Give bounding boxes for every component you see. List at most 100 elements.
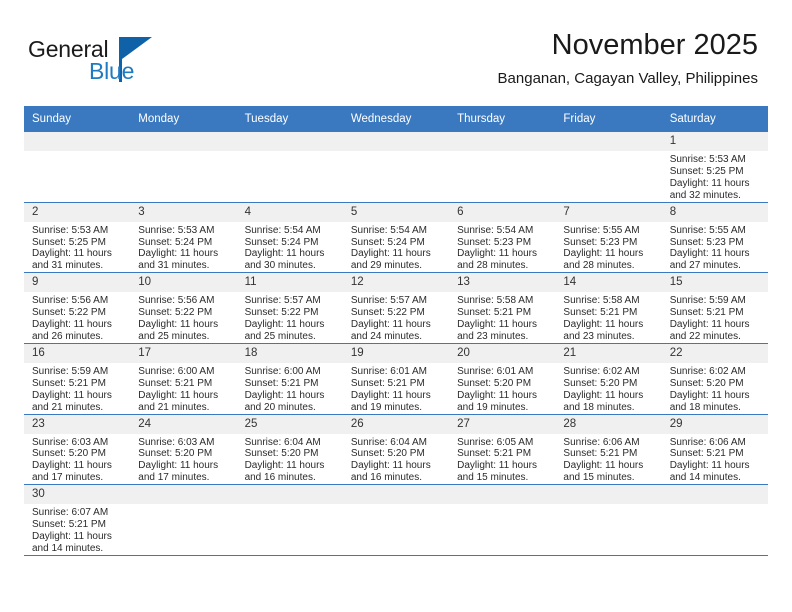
day-number bbox=[555, 485, 662, 505]
calendar-day-cell[interactable]: 28 Sunrise: 6:06 AM Sunset: 5:21 PM Dayligh… bbox=[555, 414, 662, 486]
day-detail-line: and 14 minutes. bbox=[32, 542, 104, 554]
day-number bbox=[236, 485, 343, 505]
day-detail-line: Sunset: 5:24 PM bbox=[138, 236, 213, 248]
day-number: 21 bbox=[555, 343, 662, 363]
calendar-day-cell[interactable]: 19 Sunrise: 6:01 AM Sunset: 5:21 PM Dayligh… bbox=[342, 343, 450, 415]
day-number: 20 bbox=[449, 343, 556, 363]
day-detail-line: and 29 minutes. bbox=[350, 260, 423, 272]
calendar-day-cell[interactable]: 22 Sunrise: 6:02 AM Sunset: 5:20 PM Dayligh… bbox=[661, 343, 768, 415]
day-details: Sunrise: 6:02 AM Sunset: 5:20 PM Daylight:… bbox=[662, 363, 768, 414]
day-detail-line: Sunset: 5:21 PM bbox=[32, 519, 106, 531]
day-detail-line: and 25 minutes. bbox=[138, 330, 210, 342]
day-detail-line: Sunrise: 6:06 AM bbox=[669, 436, 746, 448]
day-detail-line: Sunrise: 5:59 AM bbox=[32, 365, 109, 377]
calendar-empty-cell bbox=[449, 484, 556, 556]
day-details: Sunrise: 5:54 AM Sunset: 5:24 PM Daylight:… bbox=[237, 222, 343, 273]
calendar-empty-cell bbox=[236, 484, 343, 556]
day-detail-line: Sunrise: 5:53 AM bbox=[138, 224, 215, 236]
day-detail-line: Sunset: 5:25 PM bbox=[669, 165, 744, 177]
day-detail-line: Sunset: 5:21 PM bbox=[457, 448, 532, 460]
day-detail-line: Daylight: 11 hours bbox=[350, 460, 431, 472]
day-number: 15 bbox=[661, 273, 768, 293]
calendar-day-cell[interactable]: 24 Sunrise: 6:03 AM Sunset: 5:20 PM Dayligh… bbox=[130, 414, 237, 486]
calendar-day-cell[interactable]: 27 Sunrise: 6:05 AM Sunset: 5:21 PM Dayligh… bbox=[449, 414, 556, 486]
day-number bbox=[236, 132, 343, 151]
calendar-day-cell[interactable]: 11 Sunrise: 5:57 AM Sunset: 5:22 PM Dayligh… bbox=[236, 272, 343, 344]
day-detail-line: Sunset: 5:20 PM bbox=[244, 448, 319, 460]
day-detail-line: and 16 minutes. bbox=[244, 472, 316, 484]
calendar-day-cell[interactable]: 13 Sunrise: 5:58 AM Sunset: 5:21 PM Dayligh… bbox=[449, 272, 556, 344]
calendar-empty-cell bbox=[236, 132, 343, 203]
calendar-day-cell[interactable]: 23 Sunrise: 6:03 AM Sunset: 5:20 PM Dayligh… bbox=[24, 414, 131, 486]
day-detail-line: Sunrise: 6:02 AM bbox=[669, 365, 746, 377]
day-detail-line: Sunrise: 6:06 AM bbox=[563, 436, 640, 448]
calendar-day-cell[interactable]: 14 Sunrise: 5:58 AM Sunset: 5:21 PM Dayligh… bbox=[555, 272, 662, 344]
day-details: Sunrise: 6:06 AM Sunset: 5:21 PM Daylight:… bbox=[662, 434, 768, 485]
calendar-day-cell[interactable]: 7 Sunrise: 5:55 AM Sunset: 5:23 PM Daylight… bbox=[555, 202, 662, 274]
day-detail-line: Daylight: 11 hours bbox=[563, 460, 644, 472]
calendar-day-cell[interactable]: 6 Sunrise: 5:54 AM Sunset: 5:23 PM Daylight… bbox=[449, 202, 556, 274]
calendar-day-cell[interactable]: 8 Sunrise: 5:55 AM Sunset: 5:23 PM Daylight… bbox=[661, 202, 768, 274]
calendar-empty-cell bbox=[555, 132, 662, 203]
calendar-day-cell[interactable]: 15 Sunrise: 5:59 AM Sunset: 5:21 PM Dayligh… bbox=[661, 272, 768, 344]
calendar-day-cell[interactable]: 29 Sunrise: 6:06 AM Sunset: 5:21 PM Dayligh… bbox=[661, 414, 768, 486]
day-detail-line: and 30 minutes. bbox=[244, 260, 316, 272]
day-detail-line: Sunrise: 6:01 AM bbox=[457, 365, 534, 377]
calendar-day-cell[interactable]: 2 Sunrise: 5:53 AM Sunset: 5:25 PM Daylight… bbox=[24, 202, 131, 274]
day-number: 5 bbox=[342, 202, 450, 222]
day-detail-line: Daylight: 11 hours bbox=[457, 319, 537, 331]
day-details: Sunrise: 6:01 AM Sunset: 5:21 PM Daylight:… bbox=[343, 363, 449, 414]
day-detail-line: Sunrise: 5:53 AM bbox=[669, 154, 746, 165]
calendar-day-cell[interactable]: 10 Sunrise: 5:56 AM Sunset: 5:22 PM Dayligh… bbox=[130, 272, 237, 344]
day-detail-line: Sunrise: 5:56 AM bbox=[32, 295, 109, 307]
calendar-day-cell[interactable]: 1 Sunrise: 5:53 AM Sunset: 5:25 PM Daylight… bbox=[661, 132, 768, 203]
weekday-header-saturday: Saturday bbox=[661, 106, 768, 132]
weekday-header-monday: Monday bbox=[130, 106, 237, 132]
calendar-day-cell[interactable]: 18 Sunrise: 6:00 AM Sunset: 5:21 PM Dayligh… bbox=[236, 343, 343, 415]
day-details: Sunrise: 5:57 AM Sunset: 5:22 PM Daylight:… bbox=[237, 292, 343, 343]
calendar-day-cell[interactable]: 30 Sunrise: 6:07 AM Sunset: 5:21 PM Dayligh… bbox=[24, 484, 131, 556]
day-detail-line: Daylight: 11 hours bbox=[350, 319, 431, 331]
day-detail-line: and 22 minutes. bbox=[669, 330, 741, 342]
calendar-day-cell[interactable]: 26 Sunrise: 6:04 AM Sunset: 5:20 PM Dayligh… bbox=[342, 414, 450, 486]
day-detail-line: Sunrise: 6:07 AM bbox=[32, 507, 109, 519]
day-detail-line: Daylight: 11 hours bbox=[138, 319, 219, 331]
day-number: 29 bbox=[661, 414, 768, 434]
day-detail-line: and 27 minutes. bbox=[669, 260, 741, 272]
day-detail-line: Daylight: 11 hours bbox=[350, 248, 431, 260]
weekday-header-friday: Friday bbox=[555, 106, 662, 132]
calendar-day-cell[interactable]: 3 Sunrise: 5:53 AM Sunset: 5:24 PM Daylight… bbox=[130, 202, 237, 274]
day-detail-line: and 18 minutes. bbox=[563, 401, 635, 413]
day-details: Sunrise: 5:53 AM Sunset: 5:24 PM Daylight:… bbox=[130, 222, 236, 273]
day-detail-line: and 21 minutes. bbox=[138, 401, 210, 413]
day-number: 11 bbox=[236, 273, 343, 293]
day-detail-line: Sunset: 5:23 PM bbox=[563, 236, 638, 248]
calendar-day-cell[interactable]: 5 Sunrise: 5:54 AM Sunset: 5:24 PM Daylight… bbox=[342, 202, 450, 274]
general-blue-logo[interactable]: General Blue bbox=[28, 36, 228, 92]
day-detail-line: and 28 minutes. bbox=[457, 260, 529, 272]
day-detail-line: Sunset: 5:22 PM bbox=[32, 307, 106, 319]
day-detail-line: Sunset: 5:23 PM bbox=[669, 236, 744, 248]
day-number: 6 bbox=[449, 202, 556, 222]
calendar-day-cell[interactable]: 21 Sunrise: 6:02 AM Sunset: 5:20 PM Dayligh… bbox=[555, 343, 662, 415]
day-detail-line: Sunset: 5:20 PM bbox=[563, 377, 638, 389]
day-detail-line: Sunset: 5:21 PM bbox=[138, 377, 213, 389]
calendar-day-cell[interactable]: 16 Sunrise: 5:59 AM Sunset: 5:21 PM Dayligh… bbox=[24, 343, 131, 415]
day-detail-line: Sunrise: 6:04 AM bbox=[350, 436, 427, 448]
calendar-day-cell[interactable]: 4 Sunrise: 5:54 AM Sunset: 5:24 PM Daylight… bbox=[236, 202, 343, 274]
calendar-day-cell[interactable]: 12 Sunrise: 5:57 AM Sunset: 5:22 PM Dayligh… bbox=[342, 272, 450, 344]
calendar-day-cell[interactable]: 9 Sunrise: 5:56 AM Sunset: 5:22 PM Daylight… bbox=[24, 272, 131, 344]
day-detail-line: Sunrise: 5:54 AM bbox=[350, 224, 427, 236]
day-detail-line: and 25 minutes. bbox=[244, 330, 316, 342]
day-detail-line: and 32 minutes. bbox=[669, 189, 741, 201]
day-details: Sunrise: 6:01 AM Sunset: 5:20 PM Daylight:… bbox=[449, 363, 555, 414]
day-number: 27 bbox=[449, 414, 556, 434]
calendar-day-cell[interactable]: 25 Sunrise: 6:04 AM Sunset: 5:20 PM Dayligh… bbox=[236, 414, 343, 486]
day-detail-line: Sunset: 5:21 PM bbox=[563, 448, 638, 460]
day-detail-line: and 26 minutes. bbox=[32, 330, 104, 342]
calendar-day-cell[interactable]: 17 Sunrise: 6:00 AM Sunset: 5:21 PM Dayligh… bbox=[130, 343, 237, 415]
day-detail-line: Daylight: 11 hours bbox=[457, 460, 537, 472]
calendar-day-cell[interactable]: 20 Sunrise: 6:01 AM Sunset: 5:20 PM Dayligh… bbox=[449, 343, 556, 415]
day-number bbox=[24, 132, 131, 151]
day-detail-line: Sunrise: 6:00 AM bbox=[244, 365, 321, 377]
